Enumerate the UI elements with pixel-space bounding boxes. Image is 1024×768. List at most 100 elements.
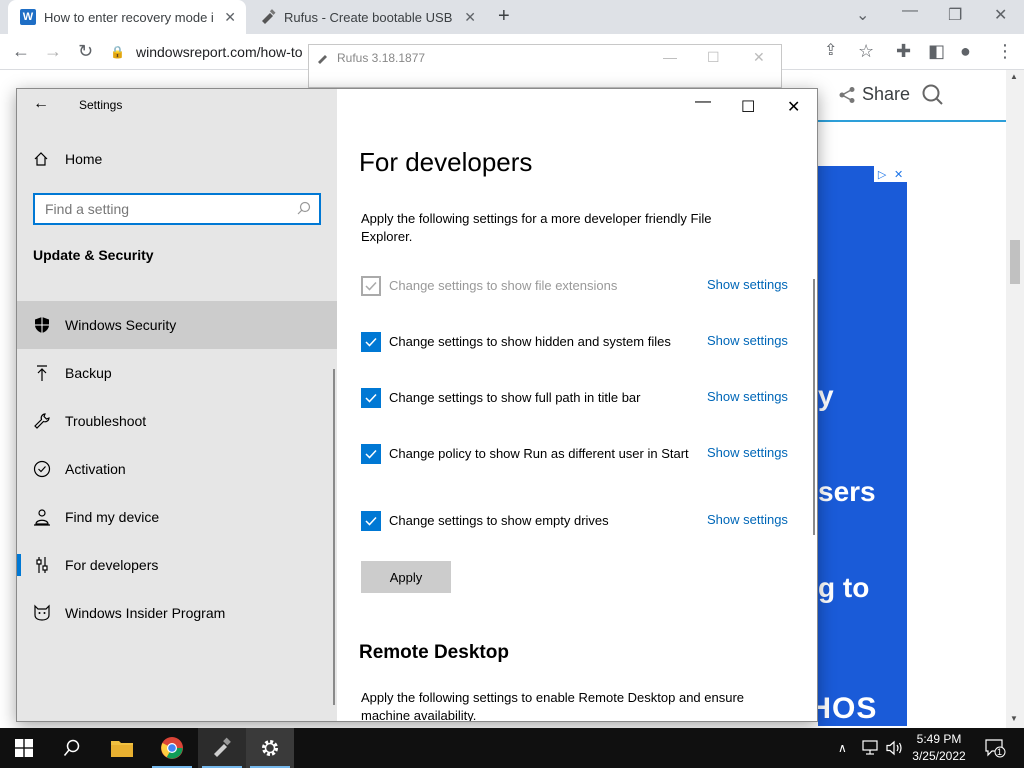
rufus-title-bar: Rufus 3.18.1877 [317, 51, 425, 65]
sidebar-item-find-my-device[interactable]: Find my device [17, 493, 337, 541]
show-settings-link[interactable]: Show settings [707, 445, 788, 460]
empty-drives-checkbox[interactable] [361, 511, 381, 531]
back-arrow-icon[interactable]: ← [12, 41, 30, 61]
system-clock[interactable]: 5:49 PM 3/25/2022 [906, 731, 972, 765]
gear-icon [262, 740, 278, 756]
settings-taskbar-button[interactable] [246, 728, 294, 768]
notification-icon [985, 739, 1006, 758]
side-panel-icon[interactable]: ◧ [928, 41, 945, 61]
bookmark-star-icon[interactable]: ☆ [858, 41, 874, 61]
page-scrollbar[interactable] [1006, 70, 1024, 728]
rufus-title: Rufus 3.18.1877 [337, 51, 426, 65]
tab-how-to-recovery[interactable]: W How to enter recovery mode in W ✕ [8, 0, 246, 34]
hidden-files-checkbox[interactable] [361, 332, 381, 352]
chrome-icon [161, 737, 183, 759]
show-settings-link[interactable]: Show settings [707, 389, 788, 404]
search-icon [63, 739, 80, 756]
full-path-checkbox[interactable] [361, 388, 381, 408]
rufus-taskbar-button[interactable] [198, 728, 246, 768]
run-as-checkbox[interactable] [361, 444, 381, 464]
profile-avatar-icon[interactable]: ● [960, 41, 971, 61]
home-icon [33, 151, 51, 167]
tab-title: How to enter recovery mode in W [44, 9, 214, 25]
content-scrollbar[interactable] [813, 279, 815, 535]
close-window-icon[interactable]: ✕ [994, 5, 1007, 25]
rufus-minimize-icon[interactable]: — [663, 49, 677, 65]
sidebar-item-label: Windows Insider Program [65, 605, 226, 621]
close-tab-icon[interactable]: ✕ [224, 9, 236, 26]
page-scrollbar-thumb[interactable] [1010, 240, 1020, 284]
sidebar-item-label: Windows Security [65, 317, 177, 333]
close-tab-icon[interactable]: ✕ [464, 9, 476, 26]
taskbar-search-button[interactable] [48, 728, 96, 768]
restore-icon[interactable]: ❐ [948, 5, 962, 25]
address-bar[interactable]: 🔒 windowsreport.com/how-to [110, 38, 310, 66]
sidebar-item-windows-security[interactable]: Windows Security [17, 301, 337, 349]
show-settings-link[interactable]: Show settings [707, 333, 788, 348]
sidebar-item-troubleshoot[interactable]: Troubleshoot [17, 397, 337, 445]
forward-arrow-icon[interactable]: → [44, 41, 62, 61]
settings-content: — ☐ ✕ For developers Apply the following… [337, 89, 817, 721]
tab-title: Rufus - Create bootable USB driv [284, 9, 454, 25]
search-input[interactable] [45, 200, 285, 218]
rufus-maximize-icon[interactable]: ☐ [707, 49, 720, 66]
sidebar-scrollbar[interactable] [333, 369, 335, 705]
checkmark-icon [365, 393, 377, 403]
sidebar-item-windows-insider[interactable]: Windows Insider Program [17, 589, 337, 637]
settings-window: ← Settings Home Update & Security Window… [16, 88, 818, 722]
option-label: Change policy to show Run as different u… [389, 446, 689, 461]
adchoices-badge[interactable]: ▷ ✕ [874, 166, 907, 182]
scroll-up-arrow-icon[interactable]: ▲ [1010, 72, 1018, 81]
option-label: Change settings to show file extensions [389, 278, 618, 293]
sidebar-item-backup[interactable]: Backup [17, 349, 337, 397]
network-icon[interactable] [862, 728, 880, 768]
extensions-puzzle-icon[interactable]: ✚ [896, 41, 911, 61]
action-center-button[interactable]: 1 [984, 728, 1006, 768]
option-label: Change settings to show full path in tit… [389, 390, 641, 405]
advertisement-banner[interactable]: y sers g to SOPHOS [818, 166, 907, 726]
adchoices-icon: ▷ [877, 168, 887, 181]
checkmark-icon [365, 516, 377, 526]
sidebar-item-for-developers[interactable]: For developers [17, 541, 337, 589]
home-label: Home [65, 151, 103, 167]
chrome-taskbar-button[interactable] [148, 728, 196, 768]
usb-drive-icon [214, 737, 231, 757]
ad-close-icon[interactable]: ✕ [894, 168, 903, 181]
sidebar-item-activation[interactable]: Activation [17, 445, 337, 493]
chrome-menu-icon[interactable]: ⋮ [996, 41, 1014, 61]
share-button[interactable]: Share [838, 84, 910, 105]
show-hidden-icons-chevron[interactable]: ∧ [838, 728, 847, 768]
rufus-app-icon [318, 55, 327, 64]
maximize-icon[interactable]: ☐ [741, 97, 755, 117]
app-title: Settings [79, 98, 123, 112]
search-icon[interactable] [297, 201, 311, 215]
rufus-window[interactable]: Rufus 3.18.1877 — ☐ ✕ [308, 44, 782, 88]
folder-icon [111, 741, 133, 757]
new-tab-button[interactable]: + [498, 6, 510, 26]
scroll-down-arrow-icon[interactable]: ▼ [1010, 714, 1018, 723]
rufus-favicon-icon [260, 9, 276, 25]
share-page-icon[interactable]: ⇪ [824, 41, 837, 61]
close-window-icon[interactable]: ✕ [787, 97, 800, 117]
url-text: windowsreport.com/how-to [136, 44, 303, 60]
site-search-icon[interactable] [922, 84, 944, 106]
rufus-close-icon[interactable]: ✕ [753, 49, 765, 66]
show-settings-link[interactable]: Show settings [707, 512, 788, 527]
show-settings-link[interactable]: Show settings [707, 277, 788, 292]
volume-icon[interactable] [886, 728, 904, 768]
apply-button[interactable]: Apply [361, 561, 451, 593]
tab-rufus[interactable]: Rufus - Create bootable USB driv ✕ [248, 0, 486, 34]
option-label: Change settings to show empty drives [389, 513, 609, 528]
file-extensions-checkbox[interactable] [361, 276, 381, 296]
check-circle-icon [33, 460, 51, 478]
sidebar-item-label: For developers [65, 557, 159, 573]
minimize-icon[interactable]: — [902, 2, 918, 20]
home-nav-item[interactable]: Home [33, 151, 102, 167]
reload-icon[interactable]: ↻ [78, 41, 93, 61]
settings-sidebar: ← Settings Home Update & Security Window… [17, 89, 337, 721]
file-explorer-button[interactable] [98, 728, 146, 768]
back-arrow-icon[interactable]: ← [33, 95, 49, 113]
minimize-icon[interactable]: — [695, 93, 711, 111]
tab-search-chevron-icon[interactable]: ⌄ [856, 5, 869, 25]
start-button[interactable] [0, 728, 48, 768]
